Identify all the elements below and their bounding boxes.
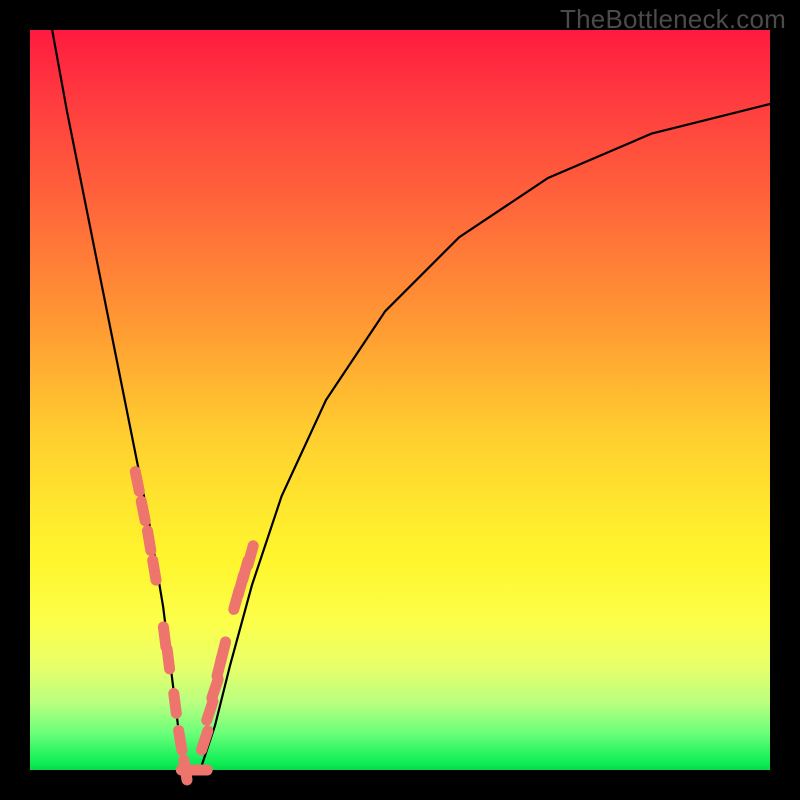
marker-segment	[174, 694, 177, 714]
marker-segment	[153, 560, 156, 580]
marker-segment	[248, 546, 253, 565]
bottleneck-curve	[52, 30, 770, 770]
marker-segment	[148, 531, 151, 551]
chart-frame: TheBottleneck.com	[0, 0, 800, 800]
marker-segment	[167, 649, 170, 669]
marker-segment	[135, 472, 139, 492]
marker-segment	[207, 701, 213, 720]
marker-segment	[179, 731, 182, 751]
marker-segment	[221, 642, 226, 661]
marker-segment	[163, 627, 166, 647]
marker-segment	[202, 731, 208, 750]
plot-area	[30, 30, 770, 770]
highlight-markers	[135, 472, 253, 780]
curve-svg	[30, 30, 770, 770]
marker-segment	[141, 501, 145, 521]
marker-segment	[212, 679, 218, 698]
